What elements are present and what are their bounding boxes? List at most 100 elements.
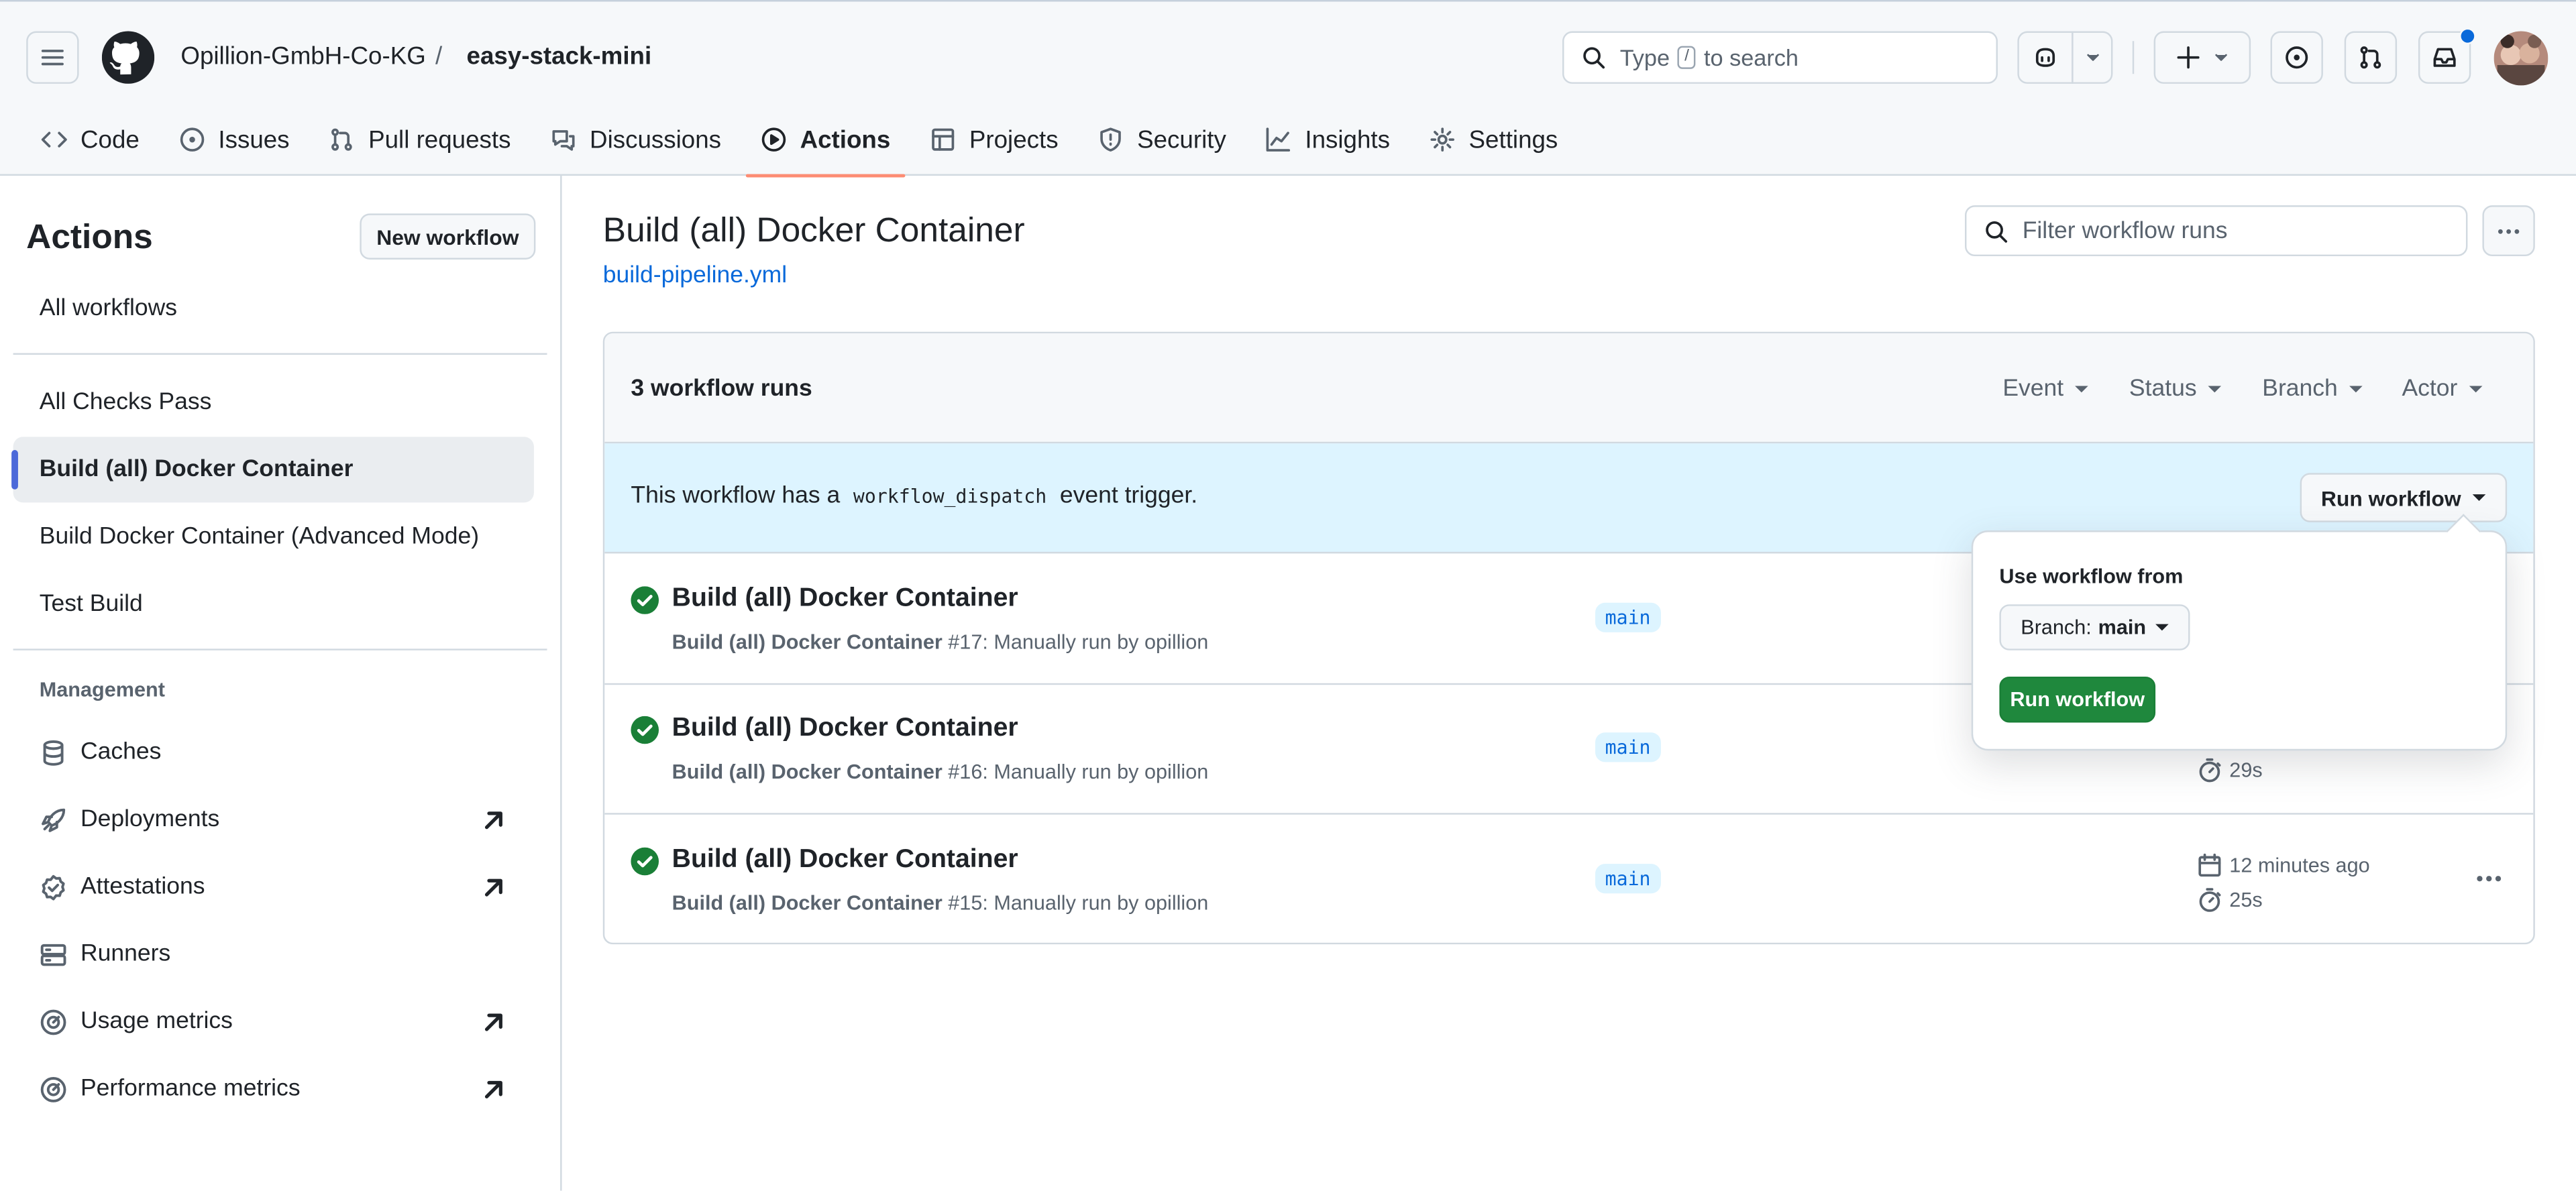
chevron-down-icon: [2086, 54, 2098, 61]
sidebar-item-runners[interactable]: Runners: [40, 929, 524, 978]
tab-label: Actions: [800, 125, 891, 154]
graph-icon: [1267, 127, 1291, 152]
table-icon: [932, 128, 955, 151]
search-shortcut-key: /: [1678, 46, 1696, 69]
copilot-button[interactable]: [2017, 31, 2074, 84]
banner-code: workflow_dispatch: [853, 484, 1047, 508]
create-new-button[interactable]: [2153, 31, 2251, 84]
issues-button[interactable]: [2270, 31, 2323, 84]
workflow-file-link[interactable]: build-pipeline.yml: [603, 263, 787, 289]
run-workflow-popover: Use workflow from Branch: main Run workf…: [1971, 530, 2508, 751]
filter-label: Event: [2002, 376, 2064, 403]
filter-workflow-runs-input[interactable]: Filter workflow runs: [1965, 205, 2468, 257]
menu-button[interactable]: [26, 31, 79, 84]
filter-label: Branch: [2262, 376, 2338, 403]
sidebar-item-usage-metrics[interactable]: Usage metrics: [40, 997, 524, 1046]
global-search-input[interactable]: Type / to search: [1562, 31, 1998, 84]
tab-insights[interactable]: Insights: [1251, 110, 1405, 169]
meter-icon: [40, 1009, 66, 1035]
tab-issues[interactable]: Issues: [164, 110, 305, 169]
tab-actions[interactable]: Actions: [745, 110, 906, 178]
caret-down-icon: [2472, 494, 2486, 501]
owner-link[interactable]: Opillion-GmbH-Co-KG: [180, 43, 425, 71]
tab-discussions[interactable]: Discussions: [535, 110, 736, 169]
breadcrumb-separator: /: [435, 42, 443, 71]
caret-down-icon: [2075, 386, 2088, 393]
banner-text: This workflow has a workflow_dispatch ev…: [631, 483, 1197, 509]
tab-code[interactable]: Code: [26, 110, 154, 169]
caret-down-icon: [2155, 624, 2169, 631]
tab-settings[interactable]: Settings: [1415, 110, 1573, 169]
new-workflow-button[interactable]: New workflow: [360, 213, 536, 260]
branch-label[interactable]: main: [1595, 864, 1661, 894]
run-workflow-dropdown-button[interactable]: Run workflow: [2300, 473, 2508, 522]
discussion-icon: [552, 130, 575, 151]
management-label: Deployments: [80, 806, 220, 833]
filter-status-dropdown[interactable]: Status: [2129, 376, 2222, 403]
more-options-button[interactable]: [2482, 205, 2535, 257]
search-prefix: Type: [1619, 44, 1670, 71]
gear-icon: [1430, 127, 1455, 152]
calendar-icon: [2198, 853, 2221, 877]
branch-label[interactable]: main: [1595, 732, 1661, 762]
run-title[interactable]: Build (all) Docker Container: [672, 585, 1018, 614]
sidebar-title: Actions: [26, 218, 153, 257]
filter-label: Status: [2129, 376, 2197, 403]
filter-placeholder: Filter workflow runs: [2022, 217, 2228, 244]
filter-actor-dropdown[interactable]: Actor: [2402, 376, 2483, 402]
copilot-icon: [2035, 48, 2055, 67]
sidebar-item-performance-metrics[interactable]: Performance metrics: [40, 1064, 524, 1113]
github-logo-icon[interactable]: [101, 31, 155, 84]
sidebar-item-workflow[interactable]: All Checks Pass: [13, 370, 534, 435]
run-workflow-label: Run workflow: [2320, 485, 2461, 510]
tab-projects[interactable]: Projects: [915, 110, 1073, 169]
tab-label: Discussions: [590, 125, 722, 154]
repo-link[interactable]: easy-stack-mini: [467, 43, 652, 71]
notification-dot: [2459, 27, 2476, 45]
run-workflow-submit-button[interactable]: Run workflow: [1999, 676, 2156, 723]
kebab-horizontal-icon[interactable]: [2474, 864, 2504, 893]
rocket-icon: [42, 807, 66, 832]
sidebar-item-workflow-selected[interactable]: Build (all) Docker Container: [11, 437, 534, 503]
branch-label[interactable]: main: [1595, 602, 1661, 632]
branch-select-button[interactable]: Branch: main: [1999, 604, 2191, 650]
search-icon: [1986, 220, 2008, 242]
tab-label: Settings: [1468, 125, 1558, 154]
run-details: #17: Manually run by opillion: [942, 630, 1209, 654]
run-workflow-name: Build (all) Docker Container: [672, 630, 943, 654]
sidebar-item-all-workflows[interactable]: All workflows: [13, 276, 534, 341]
run-title[interactable]: Build (all) Docker Container: [672, 714, 1018, 744]
banner-prefix: This workflow has a: [631, 483, 841, 510]
tab-label: Security: [1137, 125, 1226, 154]
run-duration: 25s: [2196, 887, 2263, 913]
sidebar-item-caches[interactable]: Caches: [40, 728, 524, 777]
sidebar-item-workflow[interactable]: Test Build: [13, 571, 534, 637]
run-title[interactable]: Build (all) Docker Container: [672, 846, 1018, 875]
run-duration: 29s: [2196, 757, 2263, 783]
external-link-icon: [484, 811, 502, 829]
kebab-horizontal-icon: [2498, 228, 2520, 233]
copilot-menu-button[interactable]: [2072, 31, 2113, 84]
sidebar-item-deployments[interactable]: Deployments: [40, 795, 524, 844]
avatar[interactable]: [2493, 31, 2548, 86]
global-header: Opillion-GmbH-Co-KG / easy-stack-mini Ty…: [0, 0, 2576, 178]
workflow-title: Build (all) Docker Container: [602, 211, 1025, 250]
pull-requests-button[interactable]: [2344, 31, 2398, 84]
management-label: Caches: [80, 739, 162, 766]
tab-security[interactable]: Security: [1083, 110, 1241, 169]
tab-pull-requests[interactable]: Pull requests: [314, 110, 525, 169]
run-subtitle: Build (all) Docker Container #16: Manual…: [672, 760, 1209, 783]
sidebar-item-attestations[interactable]: Attestations: [40, 862, 524, 911]
actions-sidebar: Actions New workflow All workflows All C…: [0, 176, 562, 1191]
sidebar-item-workflow[interactable]: Build Docker Container (Advanced Mode): [13, 504, 534, 570]
filter-branch-dropdown[interactable]: Branch: [2262, 376, 2363, 403]
stopwatch-icon: [2199, 758, 2221, 783]
workflow-run-row[interactable]: Build (all) Docker Container Build (all)…: [604, 815, 2533, 943]
branch-prefix: Branch:: [2021, 616, 2092, 639]
caret-down-icon: [2469, 386, 2483, 393]
filter-event-dropdown[interactable]: Event: [2002, 376, 2088, 402]
duration-text: 25s: [2229, 888, 2263, 912]
inbox-icon: [2433, 48, 2456, 67]
run-details: #16: Manually run by opillion: [942, 760, 1209, 784]
run-count: 3 workflow runs: [631, 376, 812, 403]
